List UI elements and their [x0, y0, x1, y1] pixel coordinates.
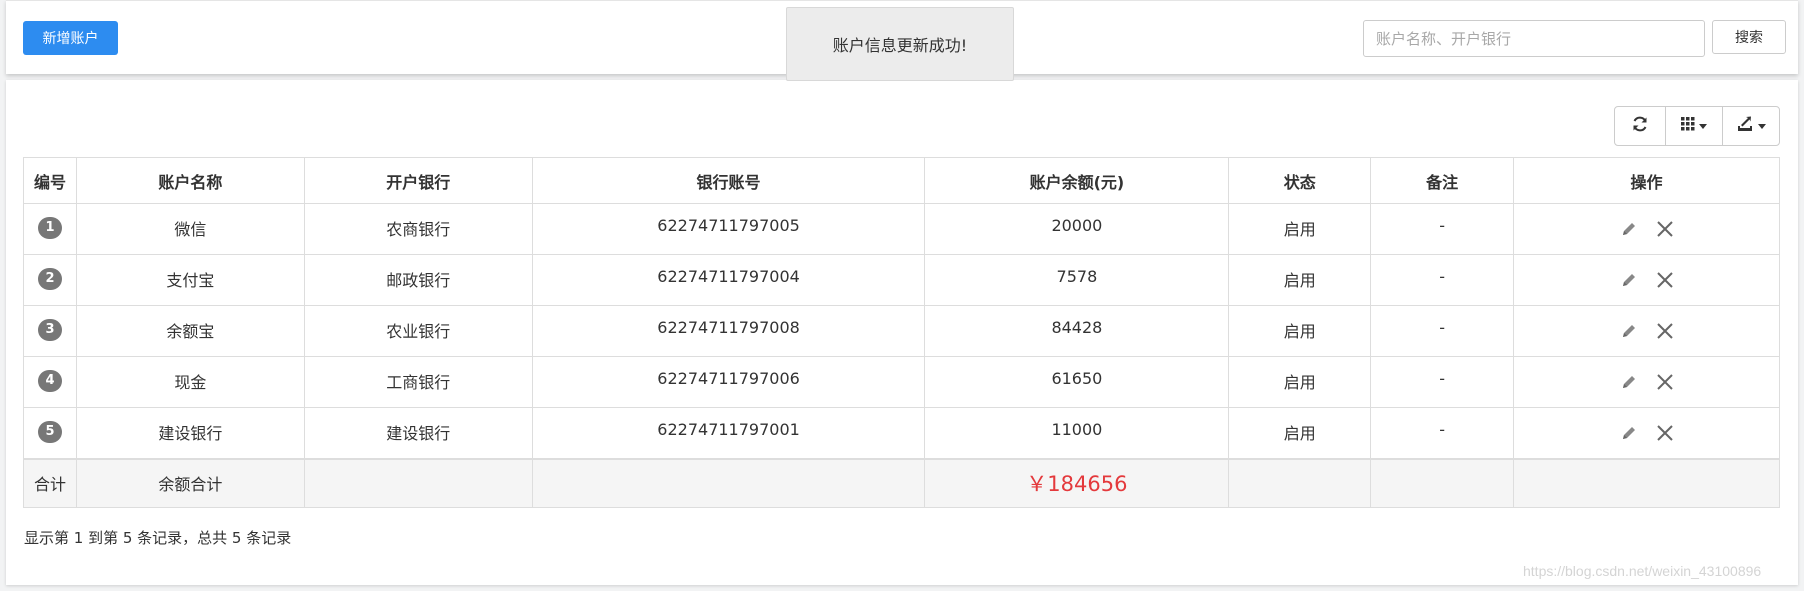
account-number-cell: 62274711797006 — [531, 356, 926, 408]
pagination-info: 显示第 1 到第 5 条记录，总共 5 条记录 — [24, 529, 292, 547]
account-number-cell: 62274711797005 — [531, 203, 926, 255]
row-number-badge: 1 — [37, 217, 62, 239]
columns-toggle-button[interactable] — [1665, 106, 1723, 146]
delete-x-icon[interactable] — [1654, 218, 1676, 240]
balance-cell: 11000 — [924, 407, 1230, 459]
accounts-table: 编号 账户名称 开户银行 银行账号 账户余额(元) 状态 备注 操作 1 微信 … — [23, 157, 1780, 508]
column-header[interactable]: 开户银行 — [303, 157, 533, 204]
edit-pencil-icon[interactable] — [1618, 218, 1640, 240]
table-row: 5 建设银行 建设银行 62274711797001 11000 启用 - — [23, 407, 1780, 459]
column-header[interactable]: 操作 — [1513, 157, 1780, 204]
chevron-down-icon — [1758, 123, 1766, 129]
row-actions — [1514, 216, 1779, 240]
column-header[interactable]: 账户余额(元) — [924, 157, 1230, 204]
edit-pencil-icon[interactable] — [1618, 422, 1640, 444]
table-row: 3 余额宝 农业银行 62274711797008 84428 启用 - — [23, 305, 1780, 357]
status-cell: 启用 — [1228, 203, 1372, 255]
status-cell: 启用 — [1228, 254, 1372, 306]
grid-icon — [1681, 116, 1695, 136]
account-number-cell: 62274711797001 — [531, 407, 926, 459]
delete-x-icon[interactable] — [1654, 320, 1676, 342]
column-header[interactable]: 状态 — [1228, 157, 1372, 204]
remark-cell: - — [1370, 203, 1515, 255]
add-account-button[interactable]: 新增账户 — [23, 21, 118, 55]
row-actions — [1514, 267, 1779, 291]
toast-message: 账户信息更新成功! — [832, 36, 968, 55]
row-number-badge: 4 — [37, 370, 62, 392]
watermark: https://blog.csdn.net/weixin_43100896 — [1523, 563, 1762, 579]
balance-cell: 61650 — [924, 356, 1230, 408]
account-name-cell: 现金 — [75, 356, 305, 408]
edit-pencil-icon[interactable] — [1618, 371, 1640, 393]
bank-cell: 建设银行 — [303, 407, 533, 459]
remark-cell: - — [1370, 254, 1515, 306]
status-cell: 启用 — [1228, 407, 1372, 459]
row-number-badge: 3 — [37, 319, 62, 341]
row-actions — [1514, 318, 1779, 342]
status-cell: 启用 — [1228, 356, 1372, 408]
export-button[interactable] — [1722, 106, 1780, 146]
bank-cell: 农商银行 — [303, 203, 533, 255]
row-actions — [1514, 369, 1779, 393]
remark-cell: - — [1370, 356, 1515, 408]
column-header[interactable]: 编号 — [23, 157, 77, 204]
edit-pencil-icon[interactable] — [1618, 320, 1640, 342]
edit-pencil-icon[interactable] — [1618, 269, 1640, 291]
search-button[interactable]: 搜索 — [1712, 20, 1786, 54]
column-header[interactable]: 账户名称 — [75, 157, 305, 204]
table-row: 4 现金 工商银行 62274711797006 61650 启用 - — [23, 356, 1780, 408]
status-cell: 启用 — [1228, 305, 1372, 357]
total-name: 余额合计 — [75, 457, 305, 508]
row-number-badge: 2 — [37, 268, 62, 290]
column-header[interactable]: 银行账号 — [531, 157, 926, 204]
table-tools — [1614, 106, 1780, 146]
balance-cell: 20000 — [924, 203, 1230, 255]
table-row: 1 微信 农商银行 62274711797005 20000 启用 - — [23, 203, 1780, 255]
remark-cell: - — [1370, 407, 1515, 459]
export-icon — [1736, 116, 1754, 137]
total-row: 合计 余额合计 ￥184656 — [23, 457, 1780, 508]
total-label: 合计 — [23, 457, 77, 508]
refresh-button[interactable] — [1614, 106, 1666, 146]
delete-x-icon[interactable] — [1654, 422, 1676, 444]
delete-x-icon[interactable] — [1654, 269, 1676, 291]
search-input[interactable] — [1363, 20, 1705, 57]
chevron-down-icon — [1699, 123, 1707, 129]
account-name-cell: 建设银行 — [75, 407, 305, 459]
bank-cell: 邮政银行 — [303, 254, 533, 306]
remark-cell: - — [1370, 305, 1515, 357]
balance-cell: 7578 — [924, 254, 1230, 306]
bank-cell: 工商银行 — [303, 356, 533, 408]
success-toast: 账户信息更新成功! — [786, 7, 1014, 81]
bank-cell: 农业银行 — [303, 305, 533, 357]
delete-x-icon[interactable] — [1654, 371, 1676, 393]
table-row: 2 支付宝 邮政银行 62274711797004 7578 启用 - — [23, 254, 1780, 306]
account-name-cell: 余额宝 — [75, 305, 305, 357]
row-actions — [1514, 420, 1779, 444]
account-number-cell: 62274711797008 — [531, 305, 926, 357]
account-name-cell: 微信 — [75, 203, 305, 255]
row-number-badge: 5 — [37, 421, 62, 443]
account-number-cell: 62274711797004 — [531, 254, 926, 306]
balance-cell: 84428 — [924, 305, 1230, 357]
column-header[interactable]: 备注 — [1370, 157, 1515, 204]
refresh-icon — [1631, 115, 1649, 138]
total-balance: ￥184656 — [1026, 472, 1128, 497]
account-name-cell: 支付宝 — [75, 254, 305, 306]
table-header-row: 编号 账户名称 开户银行 银行账号 账户余额(元) 状态 备注 操作 — [23, 157, 1780, 204]
